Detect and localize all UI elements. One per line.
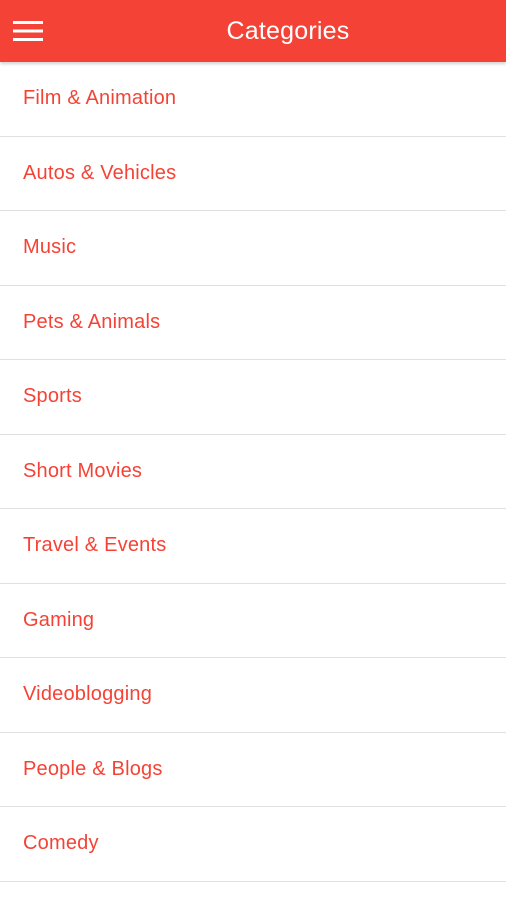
category-item-videoblogging[interactable]: Videoblogging [0, 658, 506, 733]
app-screen: Categories Film & Animation Autos & Vehi… [0, 0, 506, 900]
category-label: Autos & Vehicles [23, 161, 177, 184]
category-label: Comedy [23, 832, 99, 855]
category-label: Videoblogging [23, 683, 153, 706]
category-label: Sports [23, 385, 83, 408]
category-list: Film & Animation Autos & Vehicles Music … [0, 62, 506, 882]
category-item-gaming[interactable]: Gaming [0, 584, 506, 658]
category-item-people-blogs[interactable]: People & Blogs [0, 733, 506, 807]
category-item-short-movies[interactable]: Short Movies [0, 435, 506, 509]
app-toolbar: Categories [0, 0, 506, 62]
category-label: Music [23, 236, 77, 259]
category-label: People & Blogs [23, 757, 163, 780]
category-item-sports[interactable]: Sports [0, 360, 506, 435]
category-label: Film & Animation [23, 87, 177, 110]
category-label: Gaming [23, 608, 95, 631]
category-item-autos-vehicles[interactable]: Autos & Vehicles [0, 137, 506, 211]
category-label: Travel & Events [23, 534, 167, 557]
category-label: Short Movies [23, 459, 143, 482]
category-item-comedy[interactable]: Comedy [0, 807, 506, 882]
category-item-travel-events[interactable]: Travel & Events [0, 509, 506, 584]
category-item-music[interactable]: Music [0, 211, 506, 286]
page-title: Categories [226, 17, 350, 45]
category-item-pets-animals[interactable]: Pets & Animals [0, 286, 506, 360]
category-label: Pets & Animals [23, 310, 161, 333]
category-item-film-animation[interactable]: Film & Animation [0, 62, 506, 137]
